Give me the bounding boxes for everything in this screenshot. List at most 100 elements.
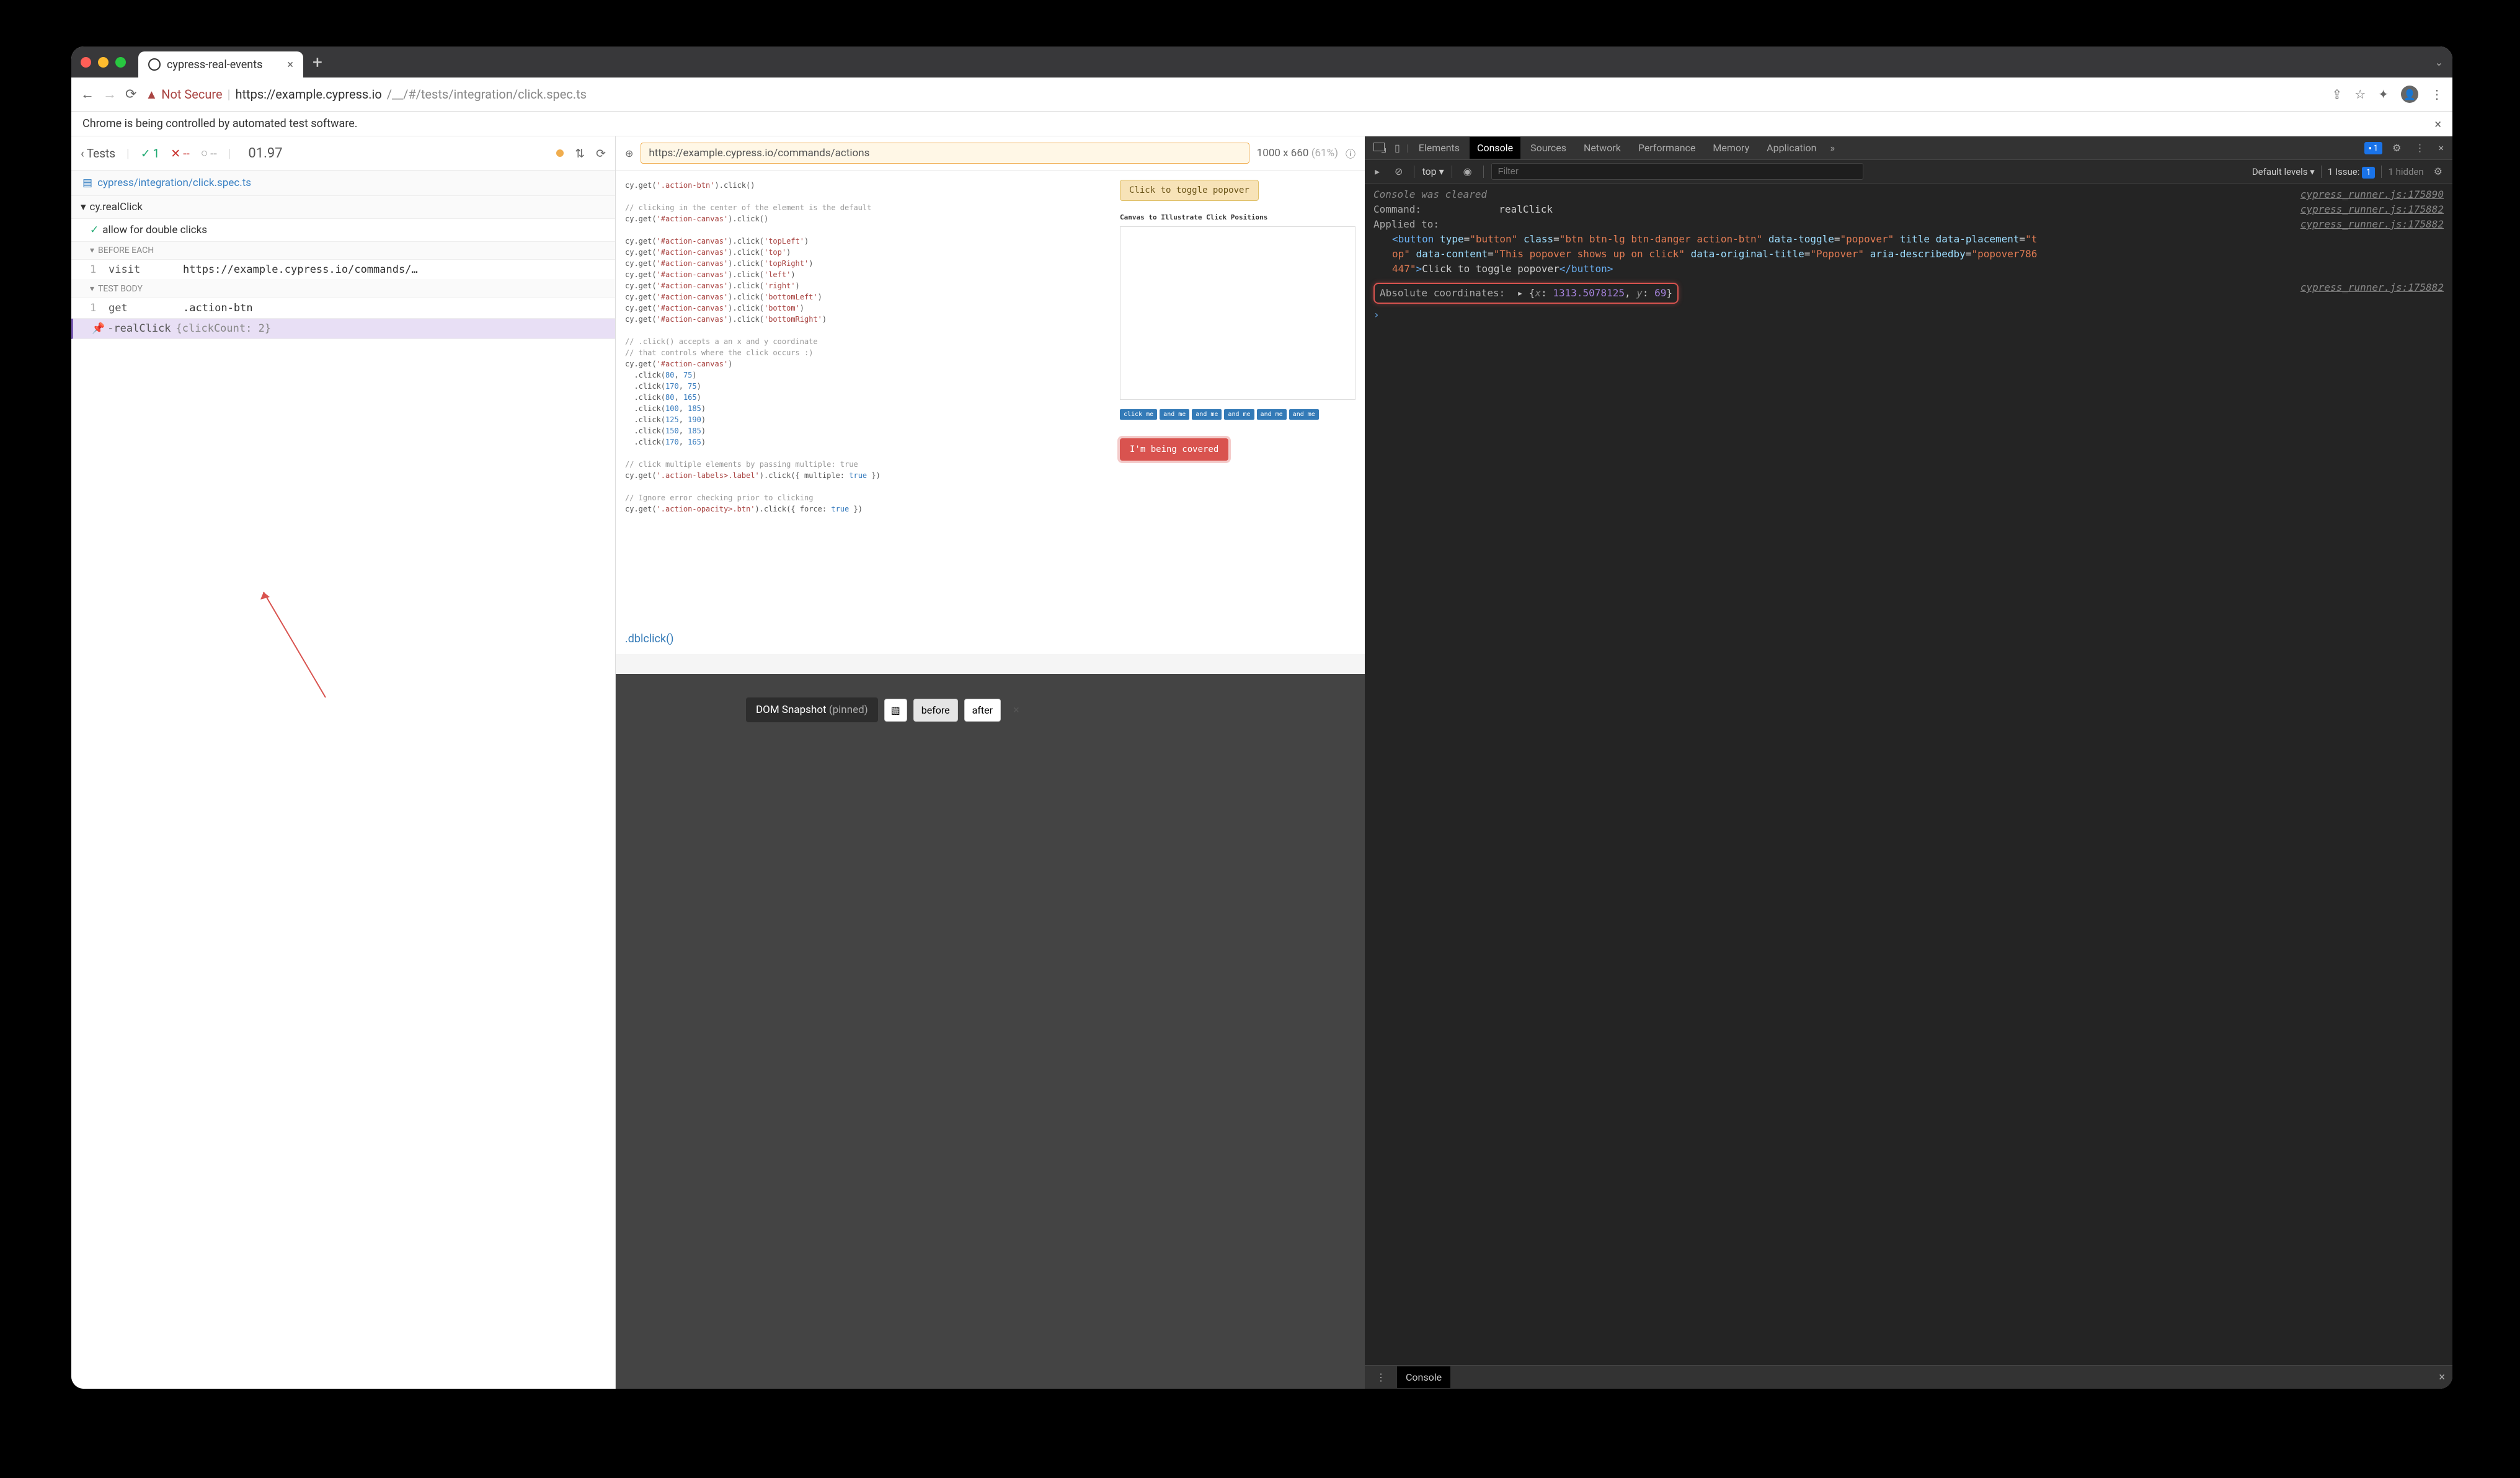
drawer-menu-icon[interactable]: ⋮ [1372, 1371, 1390, 1383]
test-title[interactable]: ✓ allow for double clicks [71, 219, 615, 242]
aut-below-fold [616, 674, 1365, 1389]
maximize-window-button[interactable] [115, 57, 126, 68]
url-path: /__/#/tests/integration/click.spec.ts [387, 87, 587, 102]
main-content: ‹ Tests | ✓ 1 ✕ -- ○ -- | 01.97 ⇅ ⟳ ▤ cy… [71, 136, 2452, 1389]
context-selector[interactable]: top ▾ [1422, 166, 1444, 177]
security-badge[interactable]: ▲ Not Secure [145, 87, 222, 102]
devtools-drawer: ⋮ Console × [1365, 1365, 2452, 1389]
new-tab-button[interactable]: + [313, 52, 322, 73]
drawer-close-icon[interactable]: × [2439, 1371, 2445, 1384]
covered-button[interactable]: I'm being covered [1120, 438, 1228, 461]
extensions-icon[interactable]: ✦ [2378, 87, 2389, 102]
hidden-count: 1 hidden [2388, 166, 2423, 177]
aut-url[interactable]: https://example.cypress.io/commands/acti… [641, 143, 1249, 164]
cypress-reporter: ‹ Tests | ✓ 1 ✕ -- ○ -- | 01.97 ⇅ ⟳ ▤ cy… [71, 136, 616, 1389]
minimize-window-button[interactable] [98, 57, 109, 68]
reload-button[interactable]: ⟳ [125, 87, 136, 102]
console-output[interactable]: Console was clearedcypress_runner.js:175… [1365, 184, 2452, 1365]
automation-infobar: Chrome is being controlled by automated … [71, 112, 2452, 136]
snapshot-after-button[interactable]: after [964, 699, 1001, 722]
aut-header: ⊕ https://example.cypress.io/commands/ac… [616, 136, 1365, 170]
titlebar: cypress-real-events × + ⌄ [71, 46, 2452, 77]
suite-title[interactable]: ▾ cy.realClick [71, 196, 615, 219]
snapshot-controls: DOM Snapshot (pinned) ▧ before after × [746, 697, 1026, 722]
console-prompt[interactable]: › [1373, 309, 1380, 321]
url-host: https://example.cypress.io [235, 87, 381, 102]
aut-iframe: cy.get('.action-btn').click() // clickin… [616, 170, 1365, 1389]
browser-menu-icon[interactable]: ⋮ [2431, 87, 2443, 102]
forward-button[interactable]: → [103, 86, 117, 102]
close-window-button[interactable] [81, 57, 91, 68]
snapshot-close-icon[interactable]: × [1007, 704, 1026, 717]
rerun-button[interactable]: ⟳ [596, 146, 606, 161]
tab-performance[interactable]: Performance [1631, 137, 1703, 159]
aut-dimensions: 1000 x 660 (61%) [1257, 147, 1338, 159]
tab-network[interactable]: Network [1576, 137, 1628, 159]
devtools-settings-icon[interactable]: ⚙ [2389, 142, 2405, 154]
badge[interactable]: and me [1192, 409, 1222, 420]
more-tabs-icon[interactable]: » [1827, 142, 1839, 154]
clear-console-icon[interactable]: ⊘ [1391, 166, 1406, 177]
command-realclick[interactable]: 📌 -realClick {clickCount: 2} [71, 319, 615, 339]
pending-count: ○ -- [201, 146, 217, 161]
drawer-console-tab[interactable]: Console [1397, 1366, 1450, 1388]
source-link[interactable]: cypress_runner.js:175882 [2300, 217, 2444, 232]
browser-tab[interactable]: cypress-real-events × [138, 51, 303, 77]
tab-close-icon[interactable]: × [287, 58, 293, 71]
tests-back-link[interactable]: ‹ Tests [81, 146, 115, 161]
status-dot [556, 149, 564, 157]
command-visit[interactable]: 1 visit https://example.cypress.io/comma… [71, 260, 615, 280]
aut-info-icon[interactable]: ⓘ [1346, 146, 1355, 161]
devtools-menu-icon[interactable]: ⋮ [2411, 142, 2428, 154]
selector-playground-icon[interactable]: ⊕ [625, 148, 633, 159]
share-icon[interactable]: ⇪ [2332, 87, 2343, 102]
badge[interactable]: and me [1257, 409, 1287, 420]
tab-memory[interactable]: Memory [1705, 137, 1757, 159]
log-levels-selector[interactable]: Default levels ▾ [2252, 166, 2315, 177]
reporter-header: ‹ Tests | ✓ 1 ✕ -- ○ -- | 01.97 ⇅ ⟳ [71, 136, 615, 170]
spec-file-path[interactable]: ▤ cypress/integration/click.spec.ts [71, 170, 615, 196]
tab-sources[interactable]: Sources [1523, 137, 1574, 159]
command-get[interactable]: 1 get .action-btn [71, 298, 615, 319]
live-expression-icon[interactable]: ◉ [1460, 166, 1476, 177]
inspect-icon[interactable] [1370, 142, 1388, 154]
tab-application[interactable]: Application [1759, 137, 1824, 159]
preview-column: Click to toggle popover Canvas to Illust… [1120, 180, 1355, 645]
test-tree: ▾ cy.realClick ✓ allow for double clicks… [71, 196, 615, 339]
source-link[interactable]: cypress_runner.js:175882 [2300, 202, 2444, 217]
source-link[interactable]: cypress_runner.js:175882 [2300, 280, 2444, 304]
devtools-close-icon[interactable]: × [2434, 142, 2447, 154]
check-icon: ✓ [90, 224, 99, 236]
snapshot-label: DOM Snapshot (pinned) [746, 697, 878, 722]
tab-console[interactable]: Console [1470, 137, 1520, 159]
badge[interactable]: and me [1289, 409, 1319, 420]
bookmark-icon[interactable]: ☆ [2354, 87, 2366, 102]
infobar-close-icon[interactable]: × [2434, 117, 2441, 131]
console-filter-input[interactable] [1491, 163, 1863, 180]
window-controls [81, 57, 126, 68]
console-sidebar-icon[interactable]: ▸ [1371, 166, 1383, 177]
back-button[interactable]: ← [81, 86, 94, 102]
snapshot-before-button[interactable]: before [913, 699, 958, 722]
tab-elements[interactable]: Elements [1411, 137, 1467, 159]
popover-button[interactable]: Click to toggle popover [1120, 180, 1259, 201]
annotation-arrow [257, 586, 332, 710]
profile-avatar[interactable]: 👤 [2401, 86, 2418, 103]
badge[interactable]: and me [1224, 409, 1254, 420]
expand-collapse-icon[interactable]: ⇅ [575, 146, 585, 161]
badge[interactable]: click me [1120, 409, 1157, 420]
tabs-menu-icon[interactable]: ⌄ [2435, 56, 2443, 68]
source-link[interactable]: cypress_runner.js:175890 [2300, 187, 2444, 202]
console-cleared: Console was cleared [1373, 187, 2300, 202]
duration: 01.97 [248, 146, 282, 161]
dblclick-link[interactable]: .dblclick() [625, 632, 674, 645]
action-canvas[interactable] [1120, 226, 1355, 400]
messages-badge[interactable]: ▪ 1 [2364, 142, 2382, 154]
address-bar[interactable]: ▲ Not Secure | https://example.cypress.i… [145, 87, 587, 102]
console-settings-icon[interactable]: ⚙ [2430, 166, 2446, 177]
issues-link[interactable]: 1 Issue: 1 [2328, 166, 2376, 177]
badge[interactable]: and me [1160, 409, 1189, 420]
highlight-toggle[interactable]: ▧ [884, 699, 907, 722]
pin-icon: 📌 [92, 322, 105, 335]
device-toggle-icon[interactable]: ▯ [1391, 142, 1404, 154]
